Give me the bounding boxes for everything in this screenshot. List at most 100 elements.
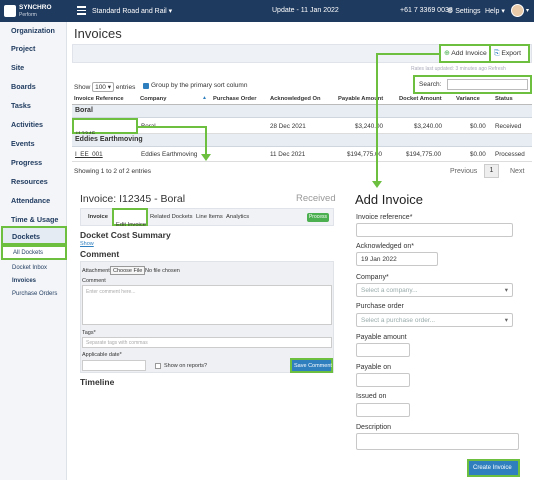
company-select[interactable]: Select a company... ▾ xyxy=(356,283,513,297)
sidebar-item-organization[interactable]: Organization xyxy=(11,26,55,35)
invoice-detail-title: Invoice: I12345 - Boral xyxy=(80,193,186,205)
col-acknowledged-on[interactable]: Acknowledged On xyxy=(270,96,321,102)
pager-next[interactable]: Next xyxy=(510,168,524,175)
help-menu[interactable]: Help ▾ xyxy=(485,7,505,15)
payable-amount-input[interactable] xyxy=(356,343,410,357)
add-invoice-button[interactable]: ⊕ Add Invoice xyxy=(439,44,491,63)
tab-related-dockets[interactable]: Related Dockets xyxy=(150,214,193,220)
sidebar-item-tasks[interactable]: Tasks xyxy=(11,101,31,110)
add-invoice-title: Add Invoice xyxy=(355,192,423,207)
avatar[interactable] xyxy=(511,4,524,17)
logo[interactable]: SYNCHRO Perform xyxy=(4,3,64,19)
applicable-date-label: Applicable date* xyxy=(82,352,122,358)
sidebar-item-progress[interactable]: Progress xyxy=(11,158,42,167)
col-variance[interactable]: Variance xyxy=(456,96,480,102)
col-docket-amount[interactable]: Docket Amount xyxy=(399,96,442,102)
choose-file-button[interactable]: Choose File xyxy=(110,266,146,275)
search-box[interactable]: Search: xyxy=(413,75,532,94)
menu-icon[interactable] xyxy=(77,6,86,15)
table-row: I_EE_001 Eddies Earthmoving 11 Dec 2021 … xyxy=(72,147,532,162)
payable-on-input[interactable] xyxy=(356,373,410,387)
payable-amount-label: Payable amount xyxy=(356,334,407,341)
col-status[interactable]: Status xyxy=(495,96,513,102)
sidebar-item-project[interactable]: Project xyxy=(11,44,35,53)
search-input[interactable] xyxy=(447,79,528,90)
sidebar-subitem-all-dockets[interactable]: All Dockets xyxy=(1,245,67,260)
export-button[interactable]: ⎘ Export xyxy=(489,44,530,63)
issued-on-input[interactable] xyxy=(356,403,410,417)
col-invoice-reference[interactable]: Invoice Reference xyxy=(74,96,124,102)
invoice-ref-cell[interactable]: I12345 xyxy=(72,118,138,138)
sidebar-subitem-invoices[interactable]: Invoices xyxy=(12,278,36,284)
sidebar-subitem-all-dockets-label: All Dockets xyxy=(13,250,44,256)
logo-text: SYNCHRO xyxy=(19,4,52,11)
top-bar: SYNCHRO Perform Standard Road and Rail ▾… xyxy=(0,0,534,22)
sidebar-item-activities[interactable]: Activities xyxy=(11,120,43,129)
payable-on-label: Payable on xyxy=(356,364,392,371)
invoice-reference-input[interactable] xyxy=(356,223,513,237)
tab-analytics[interactable]: Analytics xyxy=(226,214,249,220)
show-on-reports-label: Show on reports? xyxy=(164,363,208,369)
sidebar-item-dockets[interactable]: Dockets xyxy=(1,226,67,245)
tags-label: Tags* xyxy=(82,330,96,336)
sidebar-item-boards[interactable]: Boards xyxy=(11,82,36,91)
applicable-date-input[interactable] xyxy=(82,360,146,371)
sort-icon: ▲ xyxy=(202,95,207,101)
show-on-reports-checkbox[interactable] xyxy=(155,363,161,369)
tags-input[interactable]: Separate tags with commas xyxy=(82,337,332,348)
save-comment-button[interactable]: Save Comment xyxy=(290,358,333,373)
group-label: Group by the primary sort column xyxy=(151,82,248,89)
project-selector[interactable]: Standard Road and Rail ▾ xyxy=(92,7,172,15)
process-button[interactable]: Process xyxy=(307,213,329,222)
entries-select[interactable]: 100 ▾ xyxy=(92,82,115,92)
connector-line xyxy=(137,126,205,128)
col-purchase-order[interactable]: Purchase Order xyxy=(213,96,257,102)
sidebar-subitem-purchase-orders[interactable]: Purchase Orders xyxy=(12,291,57,297)
create-invoice-button[interactable]: Create Invoice xyxy=(467,459,520,477)
no-file-text: No file chosen xyxy=(145,268,180,274)
logo-icon xyxy=(4,5,16,17)
group-header: Boral xyxy=(72,105,532,118)
sidebar-item-site[interactable]: Site xyxy=(11,63,24,72)
settings-link[interactable]: ⚙ Settings xyxy=(447,7,481,15)
sidebar-item-attendance[interactable]: Attendance xyxy=(11,196,50,205)
entries-control: Show 100 ▾ entries xyxy=(74,82,136,92)
acknowledged-on-input[interactable]: 19 Jan 2022 xyxy=(356,252,438,266)
sidebar-item-events[interactable]: Events xyxy=(11,139,35,148)
purchase-order-label: Purchase order xyxy=(356,303,404,310)
description-textarea[interactable] xyxy=(356,433,519,450)
gear-icon: ⚙ xyxy=(447,8,454,15)
rates-note: Rates last updated: 3 minutes ago Refres… xyxy=(411,66,506,72)
sidebar-subitem-docket-inbox[interactable]: Docket Inbox xyxy=(12,265,47,271)
tab-invoice[interactable]: Invoice xyxy=(88,214,108,220)
arrow-down-icon xyxy=(372,181,382,188)
purchase-order-select[interactable]: Select a purchase order... ▾ xyxy=(356,313,513,327)
comment-textarea[interactable]: Enter comment here... xyxy=(82,285,332,325)
show-link[interactable]: Show xyxy=(80,241,94,247)
invoice-reference-label: Invoice reference* xyxy=(356,214,413,221)
pager-page-1[interactable]: 1 xyxy=(484,164,499,178)
invoice-link[interactable]: I_EE_001 xyxy=(75,151,103,158)
tab-line-items[interactable]: Line Items xyxy=(196,214,223,220)
pager-previous[interactable]: Previous xyxy=(450,168,477,175)
arrow-down-icon xyxy=(201,154,211,161)
company-label: Company* xyxy=(356,274,389,281)
table-header: Invoice Reference Company ▲ Purchase Ord… xyxy=(72,94,532,105)
group-checkbox[interactable] xyxy=(143,83,149,89)
sidebar-item-resources[interactable]: Resources xyxy=(11,177,48,186)
description-label: Description xyxy=(356,424,392,431)
col-company[interactable]: Company xyxy=(140,96,166,102)
chevron-down-icon: ▾ xyxy=(168,8,173,15)
sidebar-item-dockets-label: Dockets xyxy=(12,232,40,241)
group-header: Eddies Earthmoving xyxy=(72,134,532,147)
comment-title: Comment xyxy=(80,249,120,259)
detail-tab-bar: Invoice Edit Invoice Related Dockets Lin… xyxy=(80,208,334,228)
chevron-down-icon: ▾ xyxy=(504,317,508,324)
phone-text: +61 7 3369 0038 xyxy=(400,7,453,14)
plus-circle-icon: ⊕ xyxy=(444,50,450,57)
tab-edit-invoice[interactable]: Edit Invoice xyxy=(112,208,148,228)
chevron-down-icon: ▾ xyxy=(526,8,530,14)
page-title: Invoices xyxy=(74,26,122,41)
sidebar-item-time-usage[interactable]: Time & Usage xyxy=(11,215,58,224)
issued-on-label: Issued on xyxy=(356,393,387,400)
